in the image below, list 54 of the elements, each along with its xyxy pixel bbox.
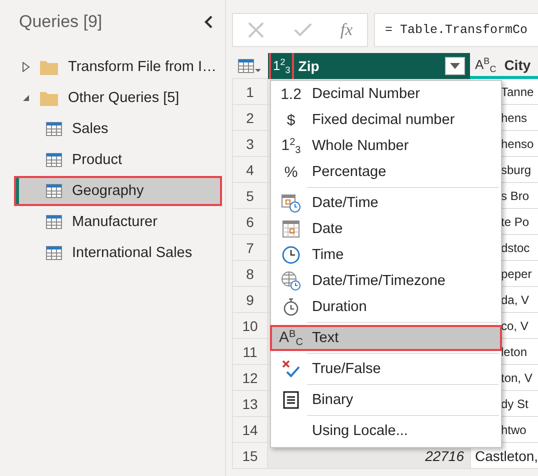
caret-icon: [450, 63, 460, 69]
formula-field[interactable]: = Table.TransformCo: [374, 13, 538, 47]
calendar-clock-icon: [281, 193, 301, 213]
folder-icon: [40, 90, 58, 106]
folder-item[interactable]: Other Queries [5]: [14, 83, 222, 113]
filter-dropdown-button[interactable]: [445, 57, 465, 75]
column-header[interactable]: 1$^{2}$$_{3}$ Zip: [268, 53, 470, 79]
row-number: 6: [232, 209, 268, 235]
row-number: 2: [232, 105, 268, 131]
query-item[interactable]: Geography: [14, 176, 222, 206]
pane-title: Queries [9]: [19, 12, 102, 32]
query-item[interactable]: International Sales: [14, 238, 222, 268]
stopwatch-icon: [281, 297, 301, 317]
folder-icon: [40, 59, 58, 75]
globe-clock-icon: [281, 271, 301, 291]
row-number: 9: [232, 287, 268, 313]
cross-check-icon: [281, 359, 301, 379]
table-cell: Castleton,: [470, 443, 538, 469]
row-number: 1: [232, 79, 268, 105]
row-number: 5: [232, 183, 268, 209]
row-number: 13: [232, 391, 268, 417]
table-icon: [46, 246, 62, 260]
document-icon: [281, 390, 301, 410]
collapse-chevron-icon[interactable]: [204, 15, 213, 29]
table-icon: [46, 122, 62, 136]
table-menu-icon: [238, 58, 262, 72]
table-icon: [46, 153, 62, 167]
query-item[interactable]: Manufacturer: [14, 207, 222, 237]
row-number: 12: [232, 365, 268, 391]
folder-item[interactable]: Transform File from I…: [14, 52, 222, 82]
menu-item[interactable]: Using Locale...: [270, 418, 502, 444]
row-number: 8: [232, 261, 268, 287]
clock-icon: [281, 245, 301, 265]
collapse-arrow-icon[interactable]: [22, 94, 30, 102]
query-item[interactable]: Sales: [14, 114, 222, 144]
type-glyph: %: [284, 164, 298, 180]
row-number: 15: [232, 443, 268, 469]
menu-item[interactable]: % Percentage: [270, 159, 502, 185]
row-number: 14: [232, 417, 268, 443]
row-number: 3: [232, 131, 268, 157]
row-number: 10: [232, 313, 268, 339]
menu-item[interactable]: A$^{B}$$_{C}$ Text: [270, 325, 502, 351]
row-number: 4: [232, 157, 268, 183]
row-number: 11: [232, 339, 268, 365]
table-icon: [46, 184, 62, 198]
check-icon[interactable]: [294, 22, 312, 38]
expand-arrow-icon[interactable]: [22, 62, 30, 72]
table-icon: [46, 215, 62, 229]
row-number: 7: [232, 235, 268, 261]
function-button[interactable]: fx: [340, 20, 353, 40]
type-glyph: 1.2: [280, 86, 302, 102]
type-glyph: $: [286, 112, 296, 128]
query-item[interactable]: Product: [14, 145, 222, 175]
calendar-icon: [281, 219, 301, 239]
